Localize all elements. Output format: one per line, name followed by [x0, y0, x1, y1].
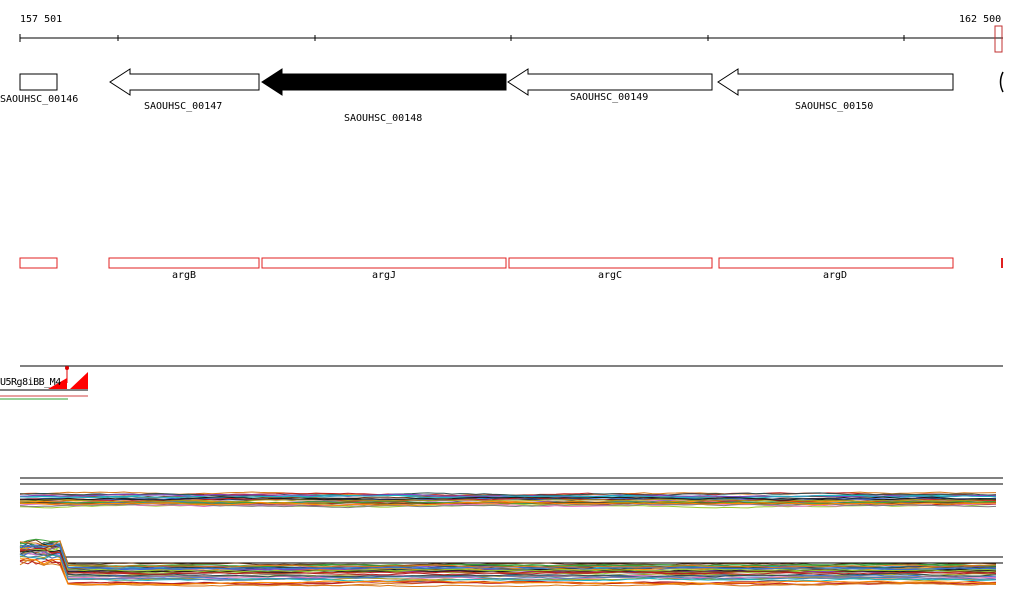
annotation-box[interactable]: [19, 257, 58, 269]
expression-profile-line: [19, 539, 997, 567]
viewport-marker[interactable]: [994, 25, 1003, 53]
annotation-label-argC: argC: [598, 270, 623, 281]
annotation-track: [19, 257, 1003, 269]
annotation-label-argB: argB: [172, 270, 197, 281]
gene-arrow-00146[interactable]: [19, 73, 58, 91]
annotation-box-argD[interactable]: [718, 257, 954, 269]
gene-track: [19, 68, 1004, 96]
cluster-label: U5Rg8iBB_M4: [0, 377, 61, 388]
gene-label-00147: SAOUHSC_00147: [144, 101, 223, 112]
expression-profiles-bottom: [19, 538, 1003, 588]
gene-arrow-partial[interactable]: [999, 71, 1004, 93]
gene-arrow-00147[interactable]: [109, 68, 260, 96]
expression-profiles-top: [19, 477, 1003, 509]
gene-label-00150: SAOUHSC_00150: [795, 101, 874, 112]
ruler: [19, 25, 1003, 53]
gene-label-00146: SAOUHSC_00146: [0, 94, 79, 105]
annotation-box-partial[interactable]: [1001, 258, 1003, 268]
annotation-label-argJ: argJ: [372, 270, 397, 281]
annotation-box-argB[interactable]: [108, 257, 260, 269]
gene-label-00148: SAOUHSC_00148: [344, 113, 423, 124]
peak-dot: [65, 366, 69, 370]
peak-triangle: [70, 372, 88, 389]
annotation-label-argD: argD: [823, 270, 848, 281]
gene-label-00149: SAOUHSC_00149: [570, 92, 649, 103]
gene-arrow-00148[interactable]: [261, 68, 507, 96]
browser-canvas: [0, 25, 1004, 588]
genome-browser-view: 157 501 162 500 SAOUHSC_00146 SAOUHSC_00…: [0, 0, 1024, 611]
gene-arrow-00150[interactable]: [717, 68, 954, 96]
peak-track: [0, 365, 1003, 400]
annotation-box-argJ[interactable]: [261, 257, 507, 269]
annotation-box-argC[interactable]: [508, 257, 713, 269]
